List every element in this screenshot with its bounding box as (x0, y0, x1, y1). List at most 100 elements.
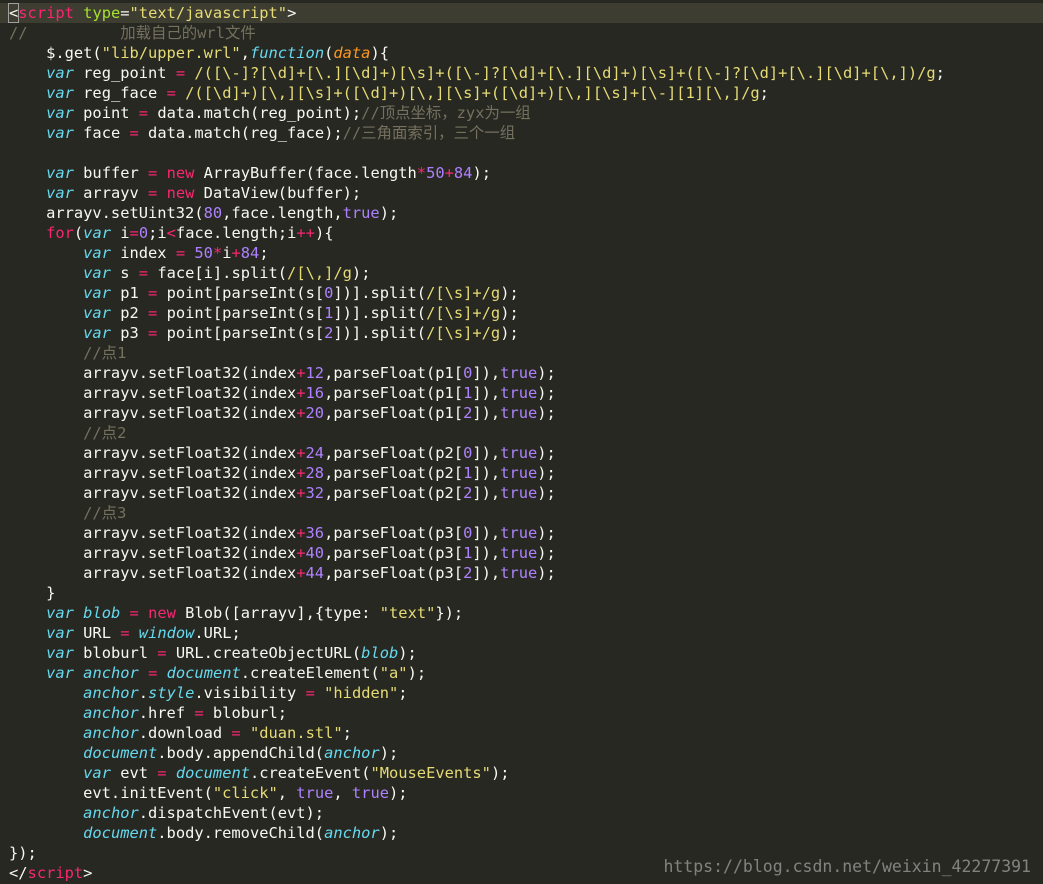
code-token: = (157, 764, 167, 782)
code-line[interactable]: arrayv.setUint32(80,face.length,true); (9, 203, 398, 223)
code-line[interactable]: var blob = new Blob([arrayv],{type: "tex… (9, 603, 463, 623)
code-token: ]), (472, 484, 501, 502)
code-token: }); (435, 604, 464, 622)
code-token: arrayv.setFloat32(index (9, 484, 297, 502)
code-token: .dispatchEvent(evt); (138, 804, 325, 822)
code-token: > (83, 864, 93, 882)
code-token: type (83, 4, 121, 22)
code-token: + (444, 164, 454, 182)
code-line[interactable]: var point = data.match(reg_point);//顶点坐标… (9, 103, 531, 123)
code-token: evt.initEvent( (9, 784, 213, 802)
code-token: = (120, 624, 130, 642)
code-token: .createElement( (240, 664, 380, 682)
code-line[interactable]: var p2 = point[parseInt(s[1])].split(/[\… (9, 303, 519, 323)
code-token: ; (398, 684, 408, 702)
code-line[interactable]: anchor.download = "duan.stl"; (9, 723, 352, 743)
code-line[interactable]: var URL = window.URL; (9, 623, 241, 643)
code-token: ); (500, 284, 519, 302)
code-line[interactable]: var bloburl = URL.createObjectURL(blob); (9, 643, 417, 663)
code-token: ); (398, 644, 417, 662)
code-line[interactable]: document.body.appendChild(anchor); (9, 743, 398, 763)
code-token: var (83, 764, 111, 782)
code-token: var (46, 644, 74, 662)
code-line[interactable]: $.get("lib/upper.wrl",function(data){ (9, 43, 389, 63)
code-line[interactable]: </script> (9, 863, 92, 883)
code-line[interactable]: var p1 = point[parseInt(s[0])].split(/[\… (9, 283, 519, 303)
code-line[interactable]: var face = data.match(reg_face);//三角面索引，… (9, 123, 515, 143)
code-token: evt (110, 764, 158, 782)
code-token: reg_face (73, 84, 167, 102)
code-line[interactable]: arrayv.setFloat32(index+20,parseFloat(p1… (9, 403, 556, 423)
code-token: true (500, 544, 538, 562)
code-line[interactable]: anchor.href = bloburl; (9, 703, 287, 723)
code-line[interactable]: var reg_face = /([\d]+)[\,][\s]+([\d]+)[… (9, 83, 769, 103)
code-token: ); (537, 444, 556, 462)
code-token: .URL; (194, 624, 241, 642)
code-token: ); (537, 484, 556, 502)
code-line[interactable]: var reg_point = /([\-]?[\d]+[\.][\d]+)[\… (9, 63, 945, 83)
code-token: ); (537, 464, 556, 482)
code-token: blob (83, 604, 121, 622)
code-token: ){ (314, 224, 334, 242)
code-line[interactable]: var p3 = point[parseInt(s[2])].split(/[\… (9, 323, 519, 343)
code-token: anchor (83, 704, 139, 722)
code-token: = (194, 704, 204, 722)
code-line[interactable]: for(var i=0;i<face.length;i++){ (9, 223, 333, 243)
code-line[interactable]: arrayv.setFloat32(index+32,parseFloat(p2… (9, 483, 556, 503)
code-line[interactable]: arrayv.setFloat32(index+36,parseFloat(p3… (9, 523, 556, 543)
code-line[interactable]: var s = face[i].split(/[\,]/g); (9, 263, 370, 283)
code-line[interactable]: anchor.dispatchEvent(evt); (9, 803, 324, 823)
code-line[interactable]: arrayv.setFloat32(index+28,parseFloat(p2… (9, 463, 556, 483)
code-token: face (73, 124, 130, 142)
code-line[interactable]: var index = 50*i+84; (9, 243, 268, 263)
code-line[interactable]: // 加载自己的wrl文件 (9, 23, 256, 43)
code-line[interactable]: //点1 (9, 343, 126, 363)
code-line[interactable]: arrayv.setFloat32(index+40,parseFloat(p3… (9, 543, 556, 563)
code-token: + (296, 524, 306, 542)
code-line[interactable]: document.body.removeChild(anchor); (9, 823, 398, 843)
code-token: 0 (138, 224, 149, 242)
code-line[interactable]: arrayv.setFloat32(index+16,parseFloat(p1… (9, 383, 556, 403)
code-token: = (175, 64, 186, 82)
code-line[interactable]: var arrayv = new DataView(buffer); (9, 183, 361, 203)
code-token: 84 (240, 244, 260, 262)
code-token: index (110, 244, 176, 262)
code-token: ); (537, 564, 556, 582)
code-token: "lib/upper.wrl" (101, 44, 241, 62)
code-line[interactable]: evt.initEvent("click", true, true); (9, 783, 407, 803)
code-token: ); (379, 744, 399, 762)
code-token: ); (407, 664, 427, 682)
code-token: new (148, 604, 176, 622)
code-token: + (296, 484, 306, 502)
code-line[interactable]: <script type="text/javascript"> (0, 3, 1043, 23)
code-token: = (166, 84, 176, 102)
code-line[interactable]: //点3 (9, 503, 126, 523)
code-token: arrayv.setFloat32(index (9, 364, 297, 382)
code-token: ; (342, 724, 352, 742)
code-token: ]), (472, 384, 501, 402)
code-editor[interactable]: <script type="text/javascript">// 加载自己的w… (0, 0, 1043, 884)
code-token: //三角面索引，三个一组 (342, 124, 516, 142)
code-token: data (333, 44, 371, 62)
code-line[interactable]: var anchor = document.createElement("a")… (9, 663, 426, 683)
code-line[interactable]: var evt = document.createEvent("MouseEve… (9, 763, 509, 783)
code-token: bloburl; (203, 704, 288, 722)
code-token: true (342, 204, 380, 222)
code-token: arrayv.setFloat32(index (9, 564, 297, 582)
code-line[interactable]: arrayv.setFloat32(index+12,parseFloat(p1… (9, 363, 556, 383)
code-line[interactable]: arrayv.setFloat32(index+24,parseFloat(p2… (9, 443, 556, 463)
code-line[interactable]: arrayv.setFloat32(index+44,parseFloat(p3… (9, 563, 556, 583)
code-line[interactable]: var buffer = new ArrayBuffer(face.length… (9, 163, 491, 183)
code-line[interactable]: } (9, 583, 55, 603)
code-line[interactable]: //点2 (9, 423, 126, 443)
code-token: 80 (203, 204, 223, 222)
code-line[interactable]: anchor.style.visibility = "hidden"; (9, 683, 408, 703)
code-token: + (296, 464, 306, 482)
code-line[interactable]: }); (9, 843, 37, 863)
code-token: true (500, 444, 538, 462)
